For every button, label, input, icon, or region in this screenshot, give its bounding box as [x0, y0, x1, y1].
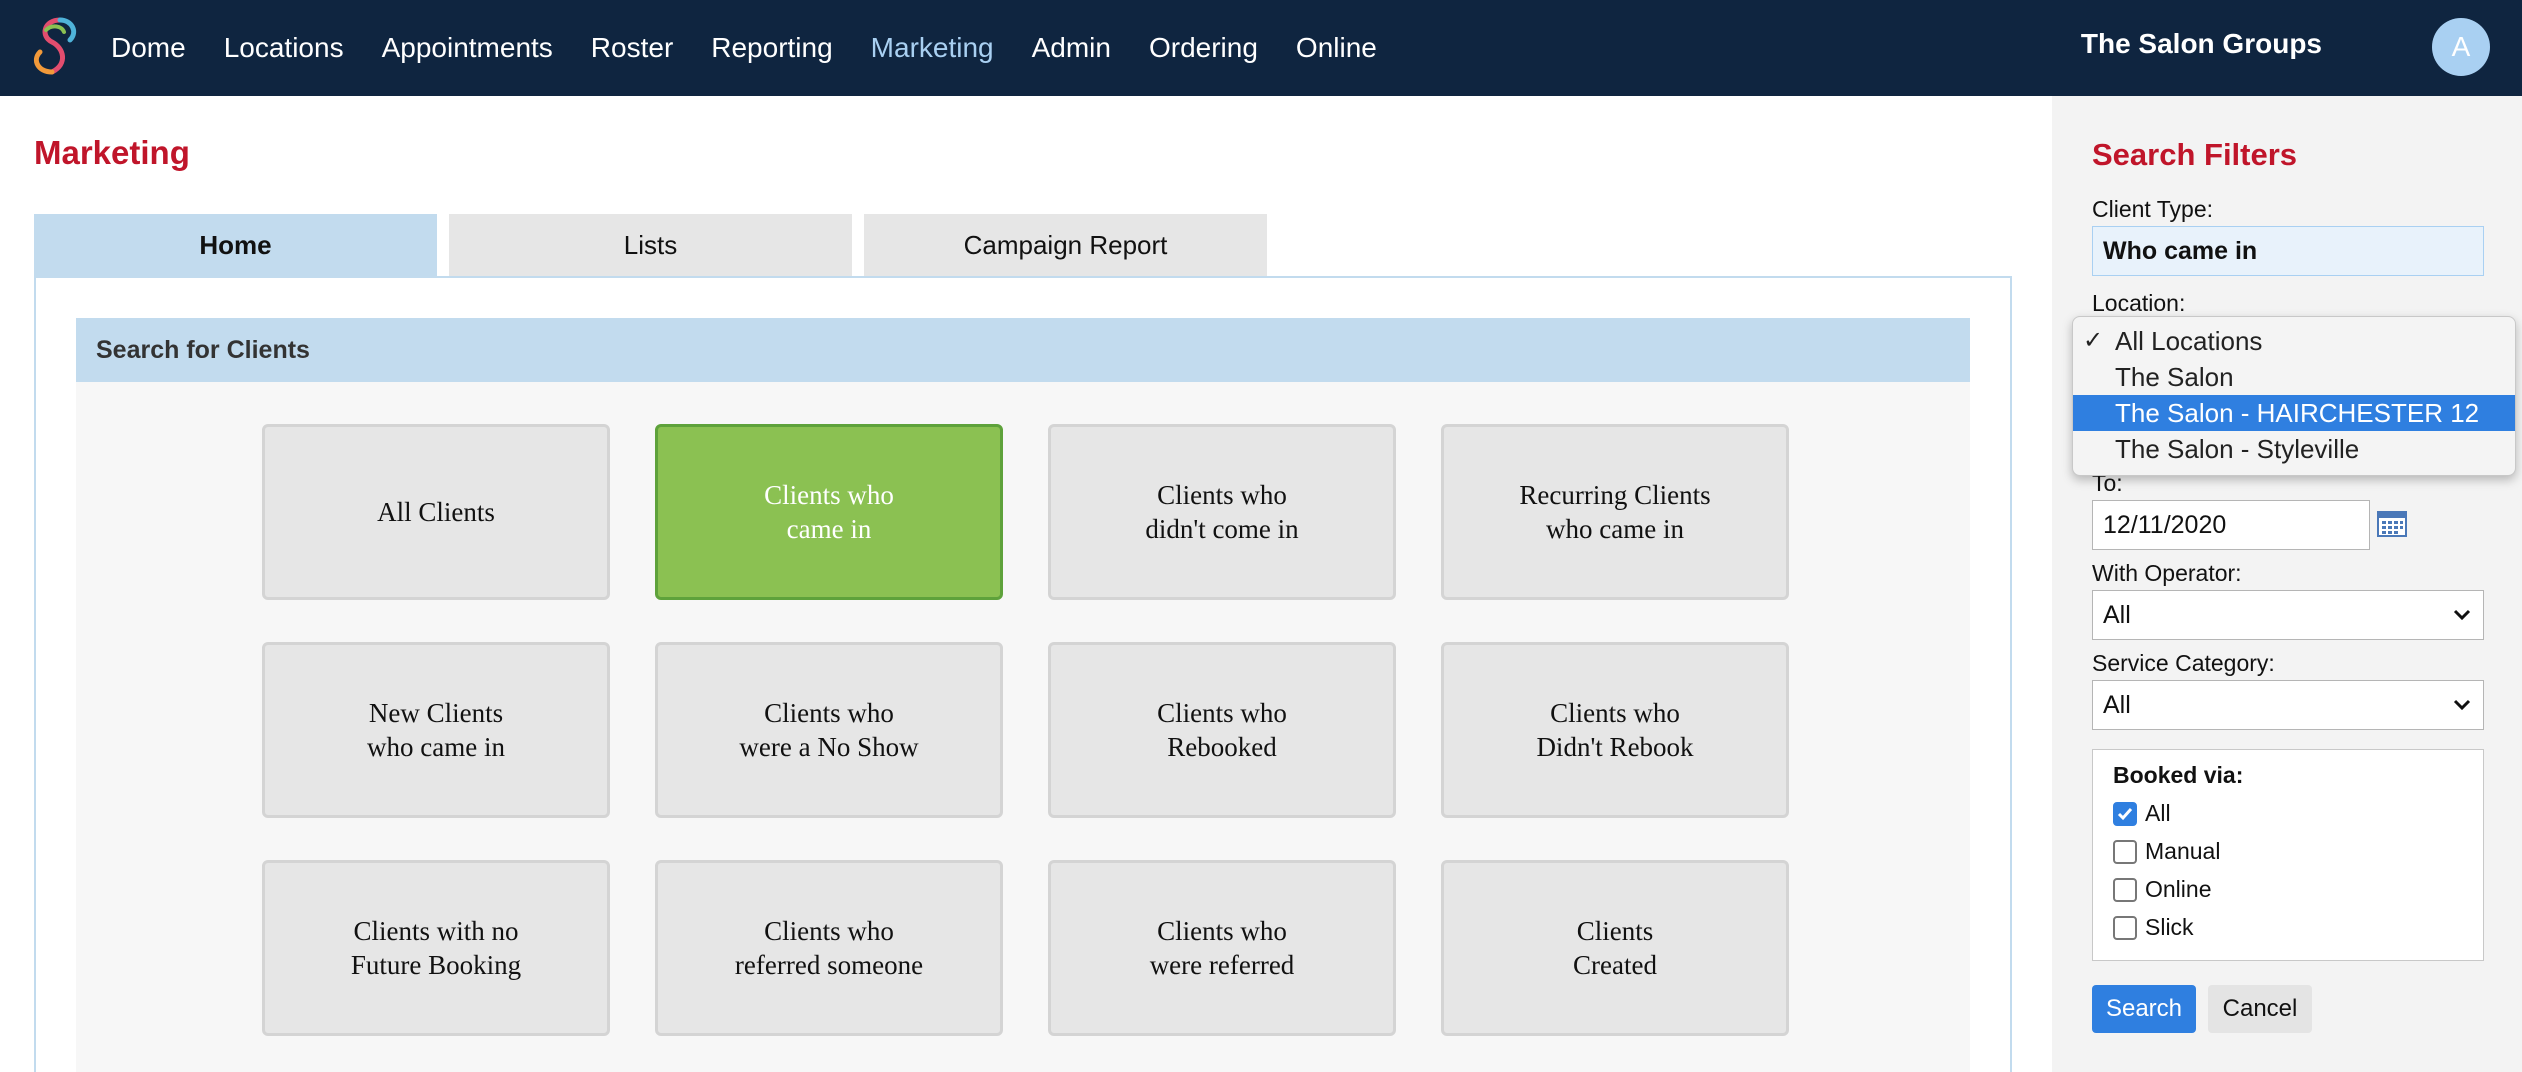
location-option-label: The Salon [2115, 361, 2234, 392]
tab-lists[interactable]: Lists [449, 214, 852, 276]
section-title: Search for Clients [76, 318, 1970, 382]
checkbox-slick[interactable] [2113, 915, 2137, 940]
nav-item-admin[interactable]: Admin [1032, 32, 1111, 64]
location-option-styleville[interactable]: The Salon - Styleville [2073, 431, 2515, 467]
booked-via-slick-label: Slick [2145, 914, 2194, 940]
location-label: Location: [2092, 290, 2186, 316]
checkmark-icon: ✓ [2083, 327, 2104, 354]
card-new-clients[interactable]: New Clients who came in [262, 642, 610, 818]
card-clients-didnt-come-in[interactable]: Clients who didn't come in [1048, 424, 1396, 600]
card-no-future-booking[interactable]: Clients with no Future Booking [262, 860, 610, 1036]
card-all-clients[interactable]: All Clients [262, 424, 610, 600]
checkbox-online[interactable] [2113, 877, 2137, 902]
calendar-icon[interactable] [2377, 509, 2407, 537]
user-avatar[interactable]: A [2432, 18, 2490, 76]
card-clients-who-came-in[interactable]: Clients who came in [655, 424, 1003, 600]
app-logo-icon[interactable] [26, 14, 82, 80]
operator-label: With Operator: [2092, 560, 2242, 586]
main-nav: Dome Locations Appointments Roster Repor… [111, 0, 1415, 96]
nav-item-appointments[interactable]: Appointments [382, 32, 553, 64]
location-option-the-salon[interactable]: The Salon [2073, 359, 2515, 395]
service-category-select[interactable]: All [2092, 680, 2484, 730]
location-dropdown: ✓ All Locations The Salon The Salon - HA… [2072, 316, 2516, 476]
location-option-label: All Locations [2115, 325, 2263, 356]
tab-bar: Home Lists Campaign Report [34, 214, 1279, 276]
card-were-referred[interactable]: Clients who were referred [1048, 860, 1396, 1036]
client-type-label: Client Type: [2092, 196, 2214, 222]
nav-item-locations[interactable]: Locations [224, 32, 344, 64]
card-didnt-rebook[interactable]: Clients who Didn't Rebook [1441, 642, 1789, 818]
service-category-value: All [2103, 690, 2131, 719]
location-option-hairchester[interactable]: The Salon - HAIRCHESTER 12 [2073, 395, 2515, 431]
nav-item-reporting[interactable]: Reporting [711, 32, 832, 64]
checkbox-all[interactable] [2113, 801, 2137, 826]
booked-via-manual[interactable]: Manual [2113, 838, 2220, 865]
location-option-label: The Salon - Styleville [2115, 433, 2360, 464]
top-nav-bar: Dome Locations Appointments Roster Repor… [0, 0, 2522, 96]
card-referred-someone[interactable]: Clients who referred someone [655, 860, 1003, 1036]
booked-via-title: Booked via: [2113, 762, 2244, 788]
location-option-all[interactable]: ✓ All Locations [2073, 323, 2515, 359]
tab-campaign-report[interactable]: Campaign Report [864, 214, 1267, 276]
chevron-down-icon [2453, 609, 2471, 621]
booked-via-group: Booked via: All Manual Online Slick [2092, 749, 2484, 961]
location-option-label: The Salon - HAIRCHESTER 12 [2115, 397, 2480, 428]
booked-via-slick[interactable]: Slick [2113, 914, 2194, 941]
org-name[interactable]: The Salon Groups [2081, 28, 2322, 60]
checkbox-manual[interactable] [2113, 839, 2137, 864]
booked-via-online-label: Online [2145, 876, 2212, 902]
filters-title: Search Filters [2092, 137, 2298, 172]
card-no-show[interactable]: Clients who were a No Show [655, 642, 1003, 818]
client-type-field[interactable]: Who came in [2092, 226, 2484, 276]
booked-via-all[interactable]: All [2113, 800, 2171, 827]
nav-item-marketing[interactable]: Marketing [871, 32, 994, 64]
card-rebooked[interactable]: Clients who Rebooked [1048, 642, 1396, 818]
nav-item-dome[interactable]: Dome [111, 32, 186, 64]
cancel-button[interactable]: Cancel [2208, 985, 2312, 1033]
booked-via-manual-label: Manual [2145, 838, 2221, 864]
nav-item-ordering[interactable]: Ordering [1149, 32, 1258, 64]
checkmark-icon [2117, 807, 2133, 820]
tab-home[interactable]: Home [34, 214, 437, 276]
chevron-down-icon [2453, 699, 2471, 711]
booked-via-online[interactable]: Online [2113, 876, 2211, 903]
operator-value: All [2103, 600, 2131, 629]
card-recurring-clients[interactable]: Recurring Clients who came in [1441, 424, 1789, 600]
operator-select[interactable]: All [2092, 590, 2484, 640]
nav-item-roster[interactable]: Roster [591, 32, 673, 64]
nav-item-online[interactable]: Online [1296, 32, 1377, 64]
search-button[interactable]: Search [2092, 985, 2196, 1033]
to-date-input[interactable]: 12/11/2020 [2092, 500, 2370, 550]
page-title: Marketing [34, 134, 190, 171]
booked-via-all-label: All [2145, 800, 2171, 826]
service-category-label: Service Category: [2092, 650, 2275, 676]
card-clients-created[interactable]: Clients Created [1441, 860, 1789, 1036]
